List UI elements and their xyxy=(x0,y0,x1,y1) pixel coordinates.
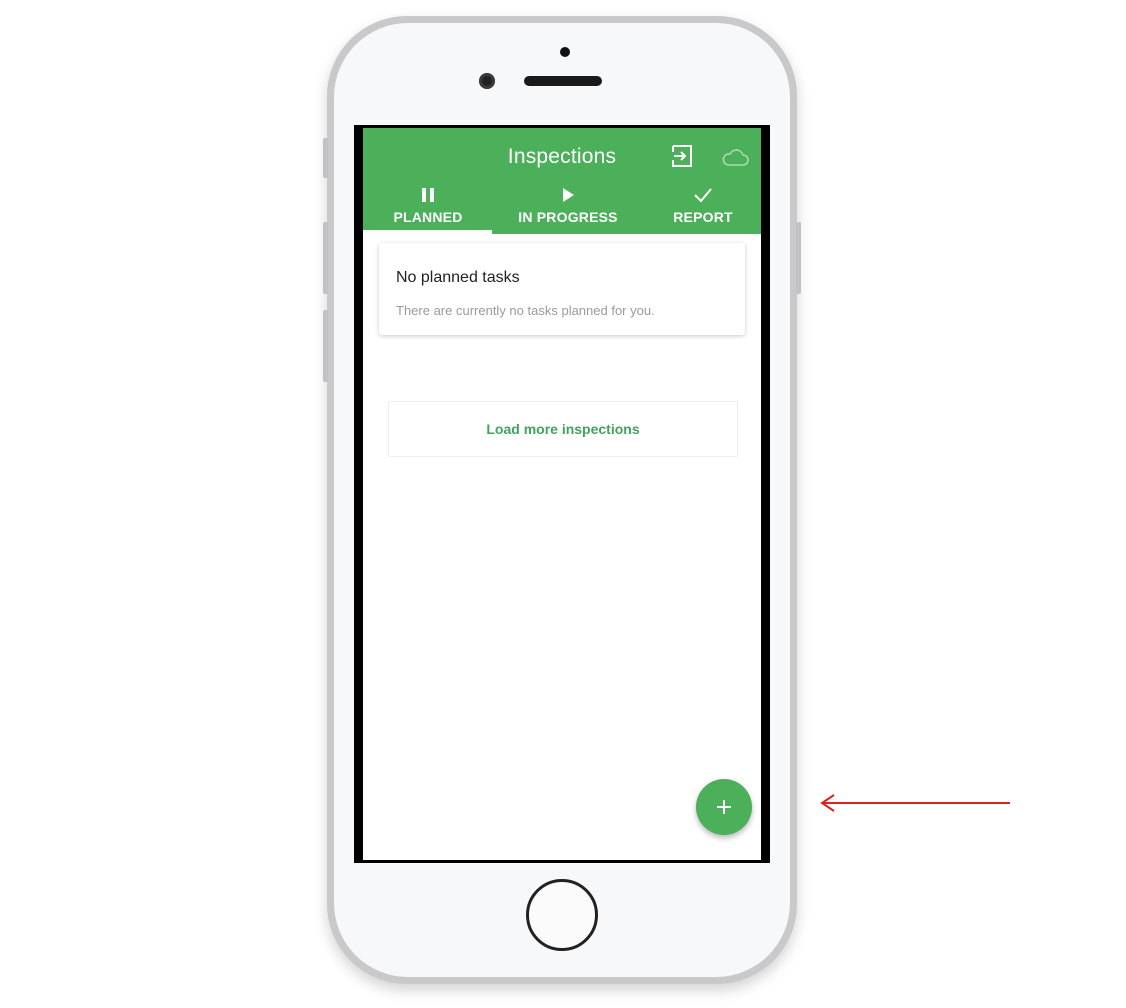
tab-report-label: REPORT xyxy=(673,209,733,225)
arrow-left-icon xyxy=(820,794,1010,812)
proximity-sensor xyxy=(560,47,570,57)
play-icon xyxy=(563,188,574,202)
earpiece-speaker xyxy=(524,76,602,86)
empty-state-card: No planned tasks There are currently no … xyxy=(379,243,745,335)
cloud-icon[interactable] xyxy=(721,147,749,167)
empty-state-message: There are currently no tasks planned for… xyxy=(396,303,655,318)
pause-icon xyxy=(422,188,434,202)
check-icon xyxy=(694,188,712,203)
add-inspection-button[interactable] xyxy=(696,779,752,835)
plus-icon xyxy=(717,800,731,814)
home-button[interactable] xyxy=(526,879,598,951)
volume-down-button xyxy=(323,310,328,382)
active-tab-indicator xyxy=(363,230,492,234)
mute-switch xyxy=(323,138,328,178)
load-more-button[interactable]: Load more inspections xyxy=(388,401,738,457)
page-title: Inspections xyxy=(507,145,617,168)
app-window: Inspections PLANNED IN PROGRESS REPORT N… xyxy=(363,128,761,860)
login-icon[interactable] xyxy=(671,145,693,167)
tab-planned-label: PLANNED xyxy=(393,209,463,225)
empty-state-title: No planned tasks xyxy=(396,269,520,286)
power-button xyxy=(796,222,801,294)
tab-in-progress-label: IN PROGRESS xyxy=(518,209,618,225)
tab-report[interactable]: REPORT xyxy=(651,186,755,234)
app-bar: Inspections PLANNED IN PROGRESS REPORT xyxy=(363,128,761,234)
tab-in-progress[interactable]: IN PROGRESS xyxy=(500,186,636,234)
volume-up-button xyxy=(323,222,328,294)
tab-planned[interactable]: PLANNED xyxy=(363,186,493,234)
front-camera xyxy=(479,73,495,89)
phone-screen: Inspections PLANNED IN PROGRESS REPORT N… xyxy=(354,125,770,863)
